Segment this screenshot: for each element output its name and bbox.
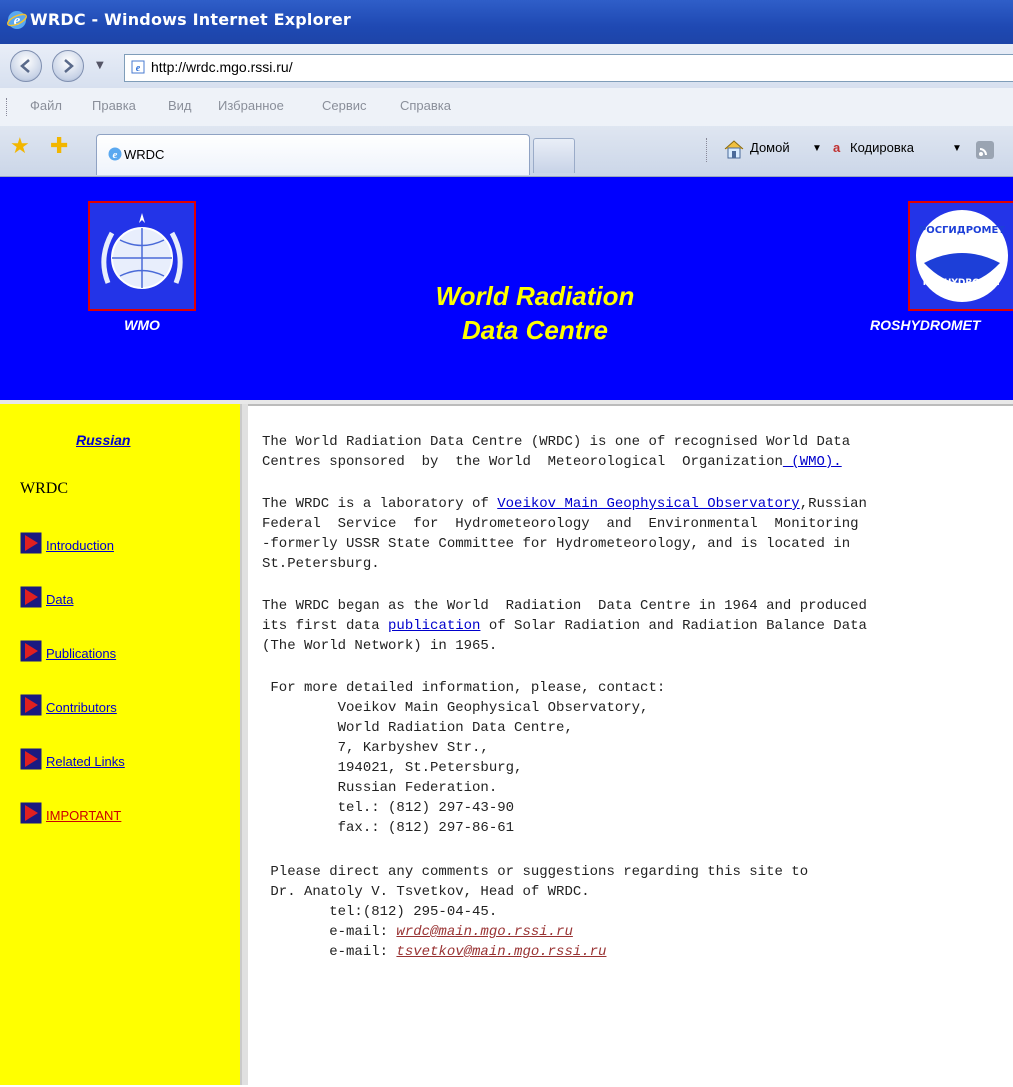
tab-label: WRDC bbox=[124, 147, 165, 162]
sidebar-nav: Russian WRDC Introduction Data Publicati… bbox=[0, 404, 242, 1085]
encoding-icon: a bbox=[833, 140, 841, 155]
sidebar-item-label[interactable]: Publications bbox=[46, 646, 116, 661]
address-field[interactable]: e http://wrdc.mgo.rssi.ru/ bbox=[124, 54, 1013, 82]
roshydromet-label: ROSHYDROMET bbox=[870, 317, 981, 333]
address-toolbar: ▼ e http://wrdc.mgo.rssi.ru/ bbox=[0, 44, 1013, 88]
contact-line: tel.: (812) 297-43-90 bbox=[262, 800, 515, 816]
back-arrow-icon bbox=[20, 59, 30, 73]
publication-link[interactable]: publication bbox=[388, 618, 480, 634]
contact-intro: For more detailed information, please, c… bbox=[262, 680, 666, 696]
window-title: WRDC - Windows Internet Explorer bbox=[30, 10, 352, 29]
lab-line: ,Russian bbox=[799, 496, 867, 512]
tab-wrdc[interactable]: e WRDC bbox=[96, 134, 530, 175]
intro-line: Centres sponsored by the World Meteorolo… bbox=[262, 454, 783, 470]
contact-line: Russian Federation. bbox=[262, 780, 498, 796]
encoding-dropdown-icon[interactable]: ▼ bbox=[952, 143, 962, 154]
history-paragraph: The WRDC began as the World Radiation Da… bbox=[262, 596, 867, 656]
ie-tab-icon: e bbox=[108, 147, 122, 161]
history-line: of Solar Radiation and Radiation Balance… bbox=[480, 618, 867, 634]
wrdc-email-link[interactable]: wrdc@main.mgo.rssi.ru bbox=[396, 924, 572, 940]
contact-block: For more detailed information, please, c… bbox=[262, 678, 665, 838]
wmo-emblem-icon bbox=[101, 213, 183, 289]
history-dropdown-icon[interactable]: ▼ bbox=[96, 60, 104, 71]
history-line: its first data bbox=[262, 618, 389, 634]
intro-paragraph: The World Radiation Data Centre (WRDC) i… bbox=[262, 432, 850, 472]
intro-line: The World Radiation Data Centre (WRDC) i… bbox=[262, 434, 851, 450]
menu-tools[interactable]: Сервис bbox=[322, 98, 367, 113]
home-icon[interactable] bbox=[722, 138, 746, 160]
main-content: The World Radiation Data Centre (WRDC) i… bbox=[248, 404, 1013, 1087]
menu-bar: Файл Правка Вид Избранное Сервис Справка bbox=[0, 88, 1013, 127]
tsvetkov-email-link[interactable]: tsvetkov@main.mgo.rssi.ru bbox=[396, 944, 606, 960]
favorites-star-icon[interactable]: ★ bbox=[10, 136, 30, 158]
forward-button[interactable] bbox=[52, 50, 84, 82]
forward-arrow-icon bbox=[64, 59, 74, 73]
menu-favorites[interactable]: Избранное bbox=[218, 98, 284, 113]
window-title-bar: e WRDC - Windows Internet Explorer bbox=[0, 0, 1013, 44]
arrow-bullet-icon bbox=[20, 586, 42, 608]
arrow-bullet-icon bbox=[20, 802, 42, 824]
site-title-line2: Data Centre bbox=[462, 315, 608, 345]
history-line: (The World Network) in 1965. bbox=[262, 638, 498, 654]
contact-line: Voeikov Main Geophysical Observatory, bbox=[262, 700, 649, 716]
menu-help[interactable]: Справка bbox=[400, 98, 451, 113]
menu-grip bbox=[6, 98, 9, 116]
site-title-line1: World Radiation bbox=[435, 281, 635, 311]
back-button[interactable] bbox=[10, 50, 42, 82]
roshydromet-bottom-text: ROSHYDROMET bbox=[923, 278, 1002, 288]
contact-line: 7, Karbyshev Str., bbox=[262, 740, 489, 756]
page-icon: e bbox=[131, 60, 145, 74]
menu-edit[interactable]: Правка bbox=[92, 98, 136, 113]
contact-line: 194021, St.Petersburg, bbox=[262, 760, 523, 776]
home-button-label[interactable]: Домой bbox=[750, 140, 790, 155]
menu-view[interactable]: Вид bbox=[168, 98, 192, 113]
russian-language-link[interactable]: Russian bbox=[76, 432, 130, 448]
email-label: e-mail: bbox=[262, 924, 397, 940]
voeikov-link[interactable]: Voeikov Main Geophysical Observatory bbox=[497, 496, 799, 512]
command-separator bbox=[706, 138, 707, 162]
site-header: WMO World Radiation Data Centre РОСГИДРО… bbox=[0, 177, 1013, 400]
menu-file[interactable]: Файл bbox=[30, 98, 62, 113]
sidebar-item-label[interactable]: Introduction bbox=[46, 538, 114, 553]
tab-bar: ★ ✚ e WRDC Домой ▼ a Кодировка ▼ bbox=[0, 126, 1013, 177]
feeds-icon[interactable] bbox=[975, 140, 995, 160]
comments-line: Please direct any comments or suggestion… bbox=[262, 864, 809, 880]
wmo-logo[interactable] bbox=[88, 201, 196, 311]
sidebar-item-label[interactable]: Contributors bbox=[46, 700, 117, 715]
encoding-button-label[interactable]: Кодировка bbox=[850, 140, 914, 155]
comments-line: Dr. Anatoly V. Tsvetkov, Head of WRDC. bbox=[262, 884, 590, 900]
add-favorites-icon[interactable]: ✚ bbox=[50, 136, 68, 158]
history-line: The WRDC began as the World Radiation Da… bbox=[262, 598, 867, 614]
wmo-label: WMO bbox=[124, 317, 160, 333]
ie-logo-icon: e bbox=[7, 11, 27, 29]
phone-line: tel:(812) 295-04-45. bbox=[262, 904, 498, 920]
roshydromet-logo[interactable]: РОСГИДРОМЕТ ROSHYDROMET bbox=[908, 201, 1013, 311]
sidebar-item-label[interactable]: Data bbox=[46, 592, 73, 607]
lab-line: The WRDC is a laboratory of bbox=[262, 496, 498, 512]
roshydromet-top-text: РОСГИДРОМЕТ bbox=[919, 225, 1005, 236]
lab-line: St.Petersburg. bbox=[262, 556, 380, 572]
email-label: e-mail: bbox=[262, 944, 397, 960]
sidebar-section-title: WRDC bbox=[20, 480, 68, 497]
new-tab-button[interactable] bbox=[533, 138, 575, 173]
home-dropdown-icon[interactable]: ▼ bbox=[812, 143, 822, 154]
contact-line: World Radiation Data Centre, bbox=[262, 720, 573, 736]
arrow-bullet-icon bbox=[20, 694, 42, 716]
wmo-link[interactable]: (WMO). bbox=[783, 454, 841, 470]
roshydromet-emblem-icon: РОСГИДРОМЕТ ROSHYDROMET bbox=[916, 210, 1008, 302]
sidebar-item-label[interactable]: IMPORTANT bbox=[46, 808, 121, 823]
arrow-bullet-icon bbox=[20, 640, 42, 662]
arrow-bullet-icon bbox=[20, 748, 42, 770]
address-url: http://wrdc.mgo.rssi.ru/ bbox=[151, 59, 293, 75]
svg-text:e: e bbox=[113, 149, 118, 161]
sidebar-item-label[interactable]: Related Links bbox=[46, 754, 125, 769]
svg-text:e: e bbox=[136, 63, 141, 74]
site-title: World Radiation Data Centre bbox=[380, 279, 690, 347]
comments-block: Please direct any comments or suggestion… bbox=[262, 862, 808, 962]
lab-paragraph: The WRDC is a laboratory of Voeikov Main… bbox=[262, 494, 867, 574]
arrow-bullet-icon bbox=[20, 532, 42, 554]
contact-line: fax.: (812) 297-86-61 bbox=[262, 820, 515, 836]
lab-line: Federal Service for Hydrometeorology and… bbox=[262, 516, 859, 532]
lab-line: -formerly USSR State Committee for Hydro… bbox=[262, 536, 851, 552]
